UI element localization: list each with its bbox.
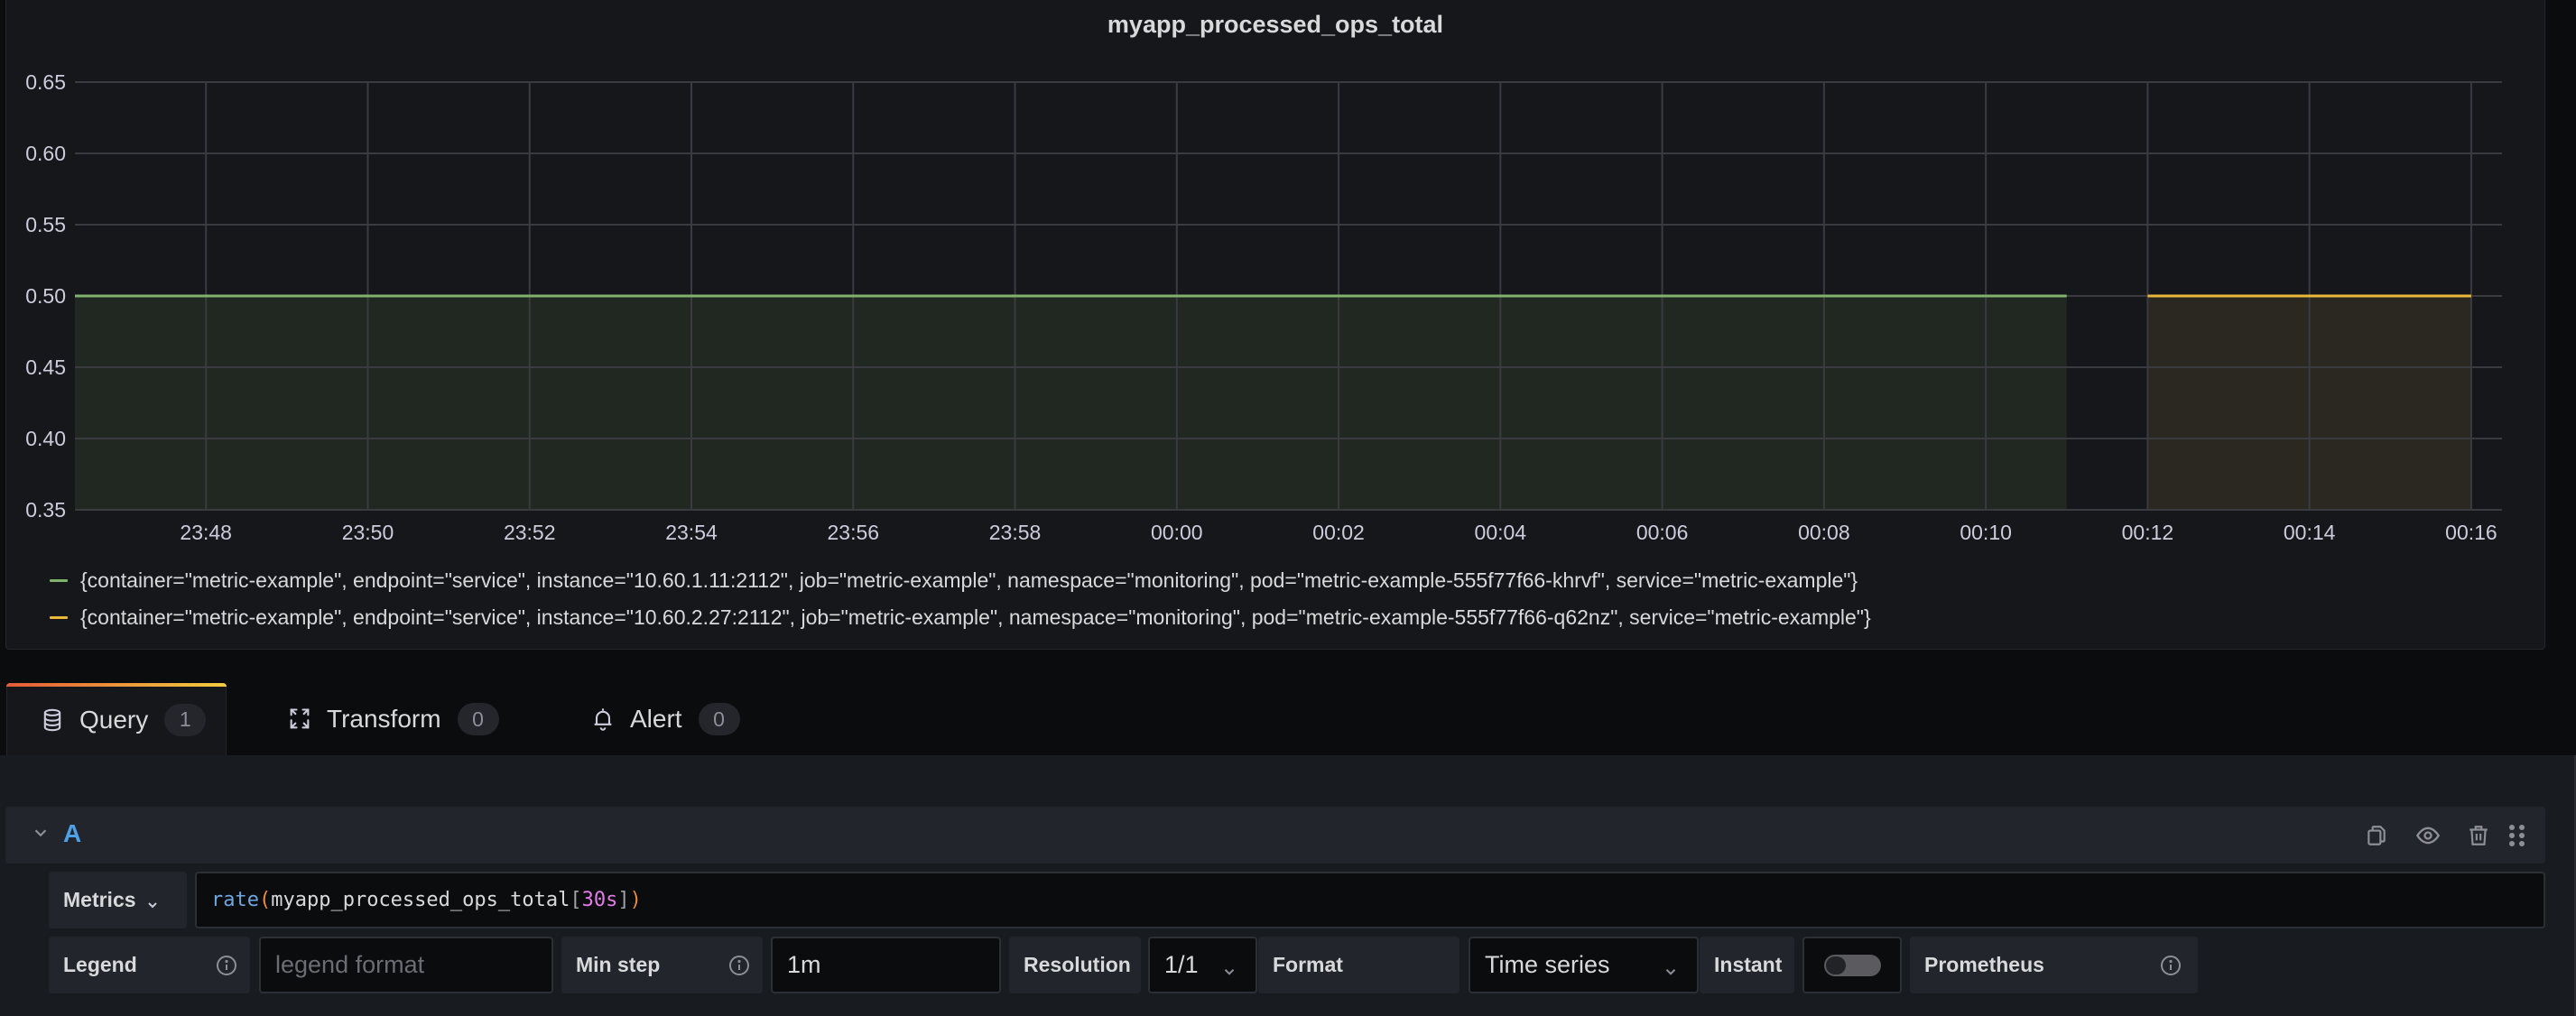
drag-handle-icon[interactable] [2507,823,2531,848]
instant-toggle-box [1802,937,1902,993]
x-tick-label: 00:16 [2445,521,2497,544]
info-icon[interactable] [728,955,750,976]
datasource-label: Prometheus [1924,953,2044,976]
chevron-down-icon [145,893,160,908]
min-step-label: Min step [576,953,661,976]
tab-query[interactable]: Query 1 [6,683,227,755]
legend-label-box: Legend [49,937,250,993]
min-step-input[interactable]: 1m [771,937,1001,993]
metrics-label: Metrics [63,888,136,911]
y-tick-label: 0.65 [25,70,66,94]
x-tick-label: 23:50 [342,521,394,544]
query-ref-id[interactable]: A [63,819,81,848]
eye-icon[interactable] [2415,823,2441,848]
y-tick-label: 0.45 [25,356,66,379]
query-row-header: A [5,807,2545,864]
resolution-value: 1/1 [1164,951,1199,978]
instant-toggle[interactable] [1823,954,1881,976]
y-tick-label: 0.50 [25,284,66,308]
tab-count-badge: 0 [698,703,740,735]
tab-label: Transform [327,705,441,733]
transform-icon [287,707,312,732]
tab-count-badge: 0 [457,703,499,735]
tab-alert[interactable]: Alert 0 [590,683,740,755]
expr-paren: ) [629,889,642,911]
legend-item[interactable]: {container="metric-example", endpoint="s… [50,605,1871,630]
y-tick-label: 0.35 [25,498,66,522]
instant-label-box: Instant [1700,937,1794,993]
x-tick-label: 23:54 [665,521,718,544]
instant-label: Instant [1714,953,1783,976]
duplicate-query-icon[interactable] [2365,823,2388,848]
legend-format-input[interactable]: legend format [259,937,553,993]
x-tick-label: 00:04 [1475,521,1527,544]
x-tick-label: 00:14 [2284,521,2336,544]
resolution-select[interactable]: 1/1 [1148,937,1257,993]
legend-label: {container="metric-example", endpoint="s… [80,605,1871,629]
legend-field-label: Legend [63,953,137,976]
x-tick-label: 00:02 [1312,521,1365,544]
datasource-label-box: Prometheus [1910,937,2198,993]
tab-label: Alert [630,705,682,733]
expr-metric: myapp_processed_ops_total [271,889,570,911]
x-tick-label: 00:08 [1798,521,1850,544]
trash-icon[interactable] [2467,823,2490,848]
legend-label: {container="metric-example", endpoint="s… [80,568,1858,592]
database-icon [40,707,65,733]
legend-swatch [50,579,68,582]
info-icon[interactable] [2160,955,2182,976]
collapse-chevron-icon[interactable] [31,823,51,843]
expr-bracket: ] [617,889,630,911]
format-value: Time series [1485,951,1610,978]
expr-paren: ( [258,889,272,911]
min-step-label-box: Min step [561,937,763,993]
y-tick-label: 0.40 [25,427,66,450]
tab-label: Query [79,705,149,734]
time-series-chart: 0.35 0.40 0.45 0.50 0.55 0.60 0.65 23:48 23:50 23… [25,70,2502,544]
x-tick-label: 00:12 [2122,521,2174,544]
x-tick-label: 00:00 [1151,521,1203,544]
y-tick-label: 0.55 [25,213,66,236]
metrics-browser-button[interactable]: Metrics [49,872,187,928]
info-icon[interactable] [216,955,237,976]
tab-transform[interactable]: Transform 0 [287,683,499,755]
format-select[interactable]: Time series [1469,937,1699,993]
format-label: Format [1273,953,1343,976]
x-tick-label: 00:10 [1960,521,2012,544]
expr-bracket: [ [570,889,582,911]
legend-swatch [50,616,68,619]
chevron-down-icon [1221,958,1237,975]
expr-range: 30s [581,889,618,911]
resolution-label: Resolution [1024,953,1131,976]
legend-item[interactable]: {container="metric-example", endpoint="s… [50,568,1858,593]
editor-tabbar: Query 1 Transform 0 Alert 0 [0,650,2576,757]
resolution-label-box: Resolution [1009,937,1141,993]
expr-function: rate [211,889,259,911]
x-tick-label: 23:58 [989,521,1042,544]
query-editor: A Metrics rate(myapp_processed_ops_total… [0,755,2576,1016]
x-tick-label: 23:52 [504,521,556,544]
chevron-down-icon [1663,958,1679,975]
y-tick-label: 0.60 [25,142,66,165]
toggle-knob [1825,956,1846,974]
format-label-box: Format [1258,937,1459,993]
x-tick-label: 23:56 [827,521,879,544]
series-area-0 [75,296,2067,510]
tab-count-badge: 1 [164,703,207,736]
x-tick-label: 23:48 [180,521,232,544]
graph-panel: myapp_processed_ops_total 0.35 0.40 0.45 0.… [5,0,2545,650]
query-expression-input[interactable]: rate(myapp_processed_ops_total[30s]) [195,872,2545,928]
bell-icon [590,707,616,732]
x-tick-label: 00:06 [1636,521,1689,544]
